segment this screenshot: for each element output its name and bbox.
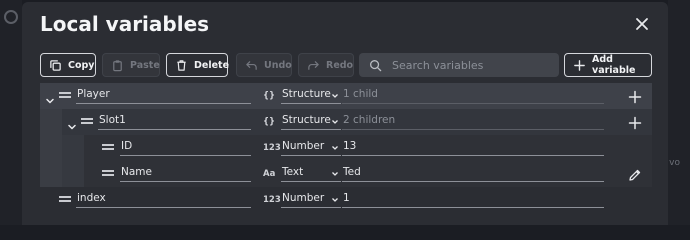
add-child-button[interactable] [628,115,642,130]
type-select[interactable]: {} Structure [263,114,341,130]
add-icon [628,90,642,104]
variable-row-slot1[interactable]: Slot1 {} Structure 2 children [40,109,652,135]
close-icon [636,18,648,30]
type-label: Structure [282,114,331,126]
number-type-icon: 123 [263,143,281,153]
delete-button[interactable]: Delete [166,53,230,77]
edit-icon [629,169,641,181]
indent-guide [40,135,62,161]
drag-handle-icon[interactable] [59,196,71,204]
redo-icon [308,60,319,70]
type-label: Text [282,166,304,178]
type-label: Number [282,140,325,152]
variable-name-field[interactable]: Player [76,88,251,104]
type-label: Structure [282,88,331,100]
background-app-left [0,0,22,225]
variable-value: 1 child [342,88,604,104]
undo-label: Undo [264,59,292,71]
type-select[interactable]: {} Structure [263,88,341,104]
type-label: Number [282,192,325,204]
background-text: vo [669,158,680,168]
background-app-right: vo [668,0,690,225]
drag-handle-icon[interactable] [59,92,71,100]
search-icon [370,59,382,71]
indent-guide [62,135,84,161]
number-type-icon: 123 [263,195,281,205]
indent-guide [40,109,62,135]
indent-guide [62,161,84,187]
add-variable-label: Add variable [592,54,636,76]
drag-handle-icon[interactable] [102,170,114,178]
type-select[interactable]: 123 Number [263,140,341,156]
copy-button[interactable]: Copy [40,53,96,77]
variable-row-index[interactable]: index 123 Number 1 [40,187,652,213]
chevron-down-icon [332,94,338,98]
redo-label: Redo [326,59,354,71]
text-type-icon: Aa [263,169,276,179]
type-select[interactable]: Aa Text [263,166,341,182]
delete-label: Delete [194,59,230,71]
drag-handle-icon[interactable] [102,144,114,152]
undo-button[interactable]: Undo [236,53,292,77]
variables-list: Player {} Structure 1 child Slot1 {} Str… [40,83,652,213]
search-input[interactable] [392,58,542,72]
redo-button[interactable]: Redo [298,53,354,77]
paste-label: Paste [130,59,160,71]
variable-row-player[interactable]: Player {} Structure 1 child [40,83,652,109]
collapse-toggle[interactable] [67,117,77,130]
chevron-down-icon [68,124,76,130]
variable-value-input[interactable]: Ted [342,166,604,182]
collapse-toggle[interactable] [45,91,55,104]
chevron-down-icon [332,172,338,176]
edit-button[interactable] [628,167,642,181]
undo-icon [246,60,257,70]
variable-name-field[interactable]: ID [120,140,251,156]
chevron-down-icon [332,146,338,150]
plus-icon [574,59,585,71]
variable-row-name[interactable]: Name Aa Text Ted [40,161,652,187]
dialog-title: Local variables [40,12,210,36]
search-box[interactable] [359,53,559,77]
drag-handle-icon[interactable] [81,118,93,126]
indent-guide [40,161,62,187]
variable-name-field[interactable]: Name [120,166,251,182]
copy-icon [50,59,61,71]
chevron-down-icon [332,120,338,124]
toolbar: Copy Paste Delete Undo Redo Search varia… [40,53,652,77]
chevron-down-icon [332,198,338,202]
variable-value: 2 children [342,114,604,130]
variable-row-id[interactable]: ID 123 Number 13 [40,135,652,161]
trash-icon [177,59,186,71]
copy-label: Copy [68,59,95,71]
variable-name-field[interactable]: index [76,192,251,208]
add-variable-button[interactable]: Add variable [564,53,652,77]
close-button[interactable] [634,16,650,32]
variable-value-input[interactable]: 13 [342,140,604,156]
local-variables-dialog: Local variables Copy Paste Delete Undo R… [22,2,668,225]
type-select[interactable]: 123 Number [263,192,341,208]
chevron-down-icon [46,98,54,104]
structure-type-icon: {} [263,117,276,127]
clipboard-icon [113,59,122,71]
variable-name-field[interactable]: Slot1 [98,114,251,130]
add-child-button[interactable] [628,89,642,104]
variable-value-input[interactable]: 1 [342,192,604,208]
paste-button[interactable]: Paste [102,53,160,77]
background-clock-icon [4,10,18,24]
add-icon [628,116,642,130]
structure-type-icon: {} [263,91,276,101]
